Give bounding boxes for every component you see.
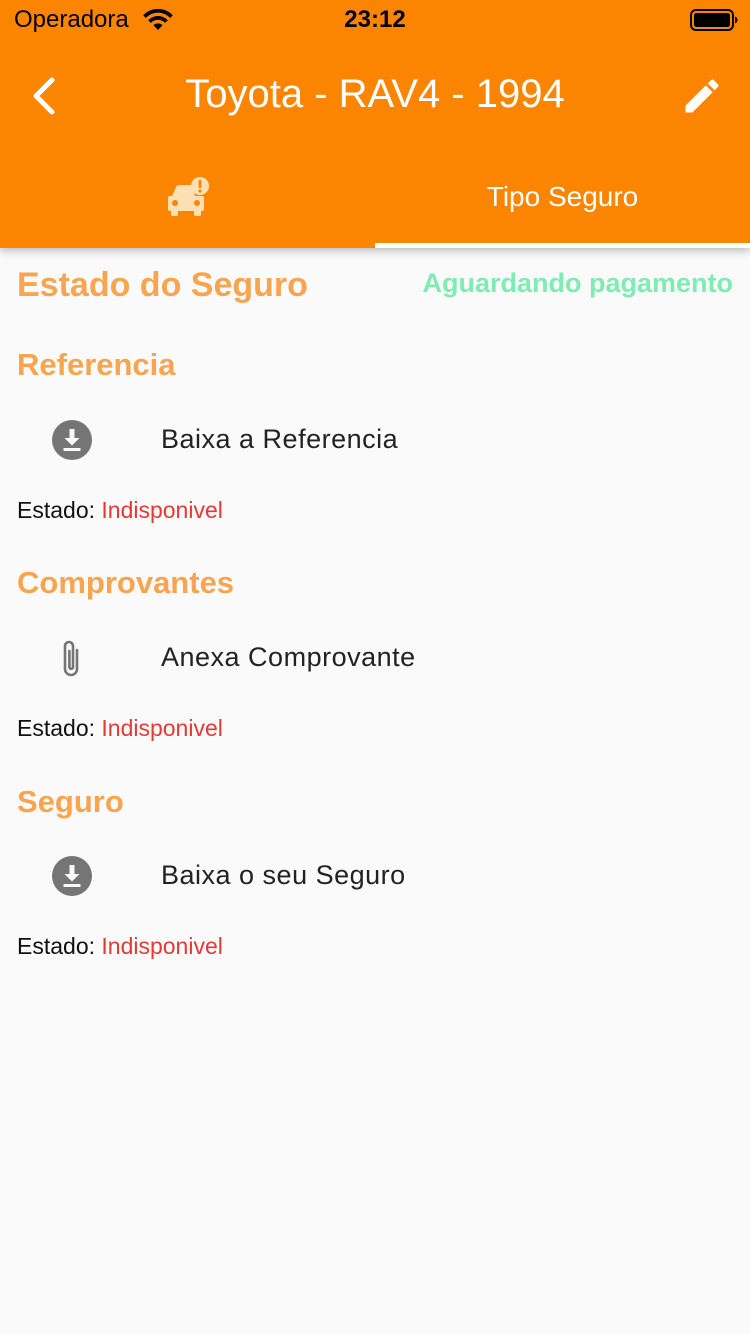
section-title-seguro: Seguro <box>17 784 124 819</box>
action-label: Anexa Comprovante <box>161 642 416 672</box>
tab-tipo-seguro[interactable]: Tipo Seguro <box>375 150 750 248</box>
section-title-referencia: Referencia <box>17 347 176 382</box>
status-label: Estado: <box>17 715 95 741</box>
download-reference-button[interactable]: Baixa a Referencia <box>0 398 750 478</box>
download-icon <box>52 420 92 460</box>
download-insurance-button[interactable]: Baixa o seu Seguro <box>0 834 750 914</box>
insurance-status-title: Estado do Seguro <box>17 266 308 304</box>
battery-icon <box>690 9 738 31</box>
page-title: Toyota - RAV4 - 1994 <box>185 72 565 116</box>
edit-button[interactable] <box>680 74 724 118</box>
status-time: 23:12 <box>344 6 406 33</box>
back-button[interactable] <box>24 72 68 120</box>
chevron-left-icon <box>33 77 55 115</box>
status-label: Estado: <box>17 497 95 523</box>
insurance-document-status: Estado: Indisponivel <box>17 933 223 960</box>
tab-vehicle[interactable] <box>0 150 375 248</box>
car-alert-icon <box>168 177 209 216</box>
attach-receipt-button[interactable]: Anexa Comprovante <box>0 616 750 696</box>
section-title-comprovantes: Comprovantes <box>17 565 235 600</box>
download-icon <box>52 856 92 896</box>
status-value: Indisponivel <box>101 715 223 741</box>
tab-indicator <box>375 243 750 248</box>
status-value: Indisponivel <box>101 497 223 523</box>
paperclip-icon <box>63 640 79 677</box>
reference-status: Estado: Indisponivel <box>17 497 223 524</box>
action-label: Baixa a Referencia <box>161 424 399 454</box>
app-bar: Operadora 23:12 Toyota - RAV4 - 1994 Tip… <box>0 0 750 248</box>
insurance-status-value: Aguardando pagamento <box>422 268 733 298</box>
tab-label: Tipo Seguro <box>486 181 639 212</box>
status-label: Estado: <box>17 933 95 959</box>
receipt-status: Estado: Indisponivel <box>17 715 223 742</box>
status-bar: Operadora 23:12 <box>0 0 750 40</box>
pencil-icon <box>685 79 719 113</box>
action-label: Baixa o seu Seguro <box>161 860 406 890</box>
status-value: Indisponivel <box>101 933 223 959</box>
